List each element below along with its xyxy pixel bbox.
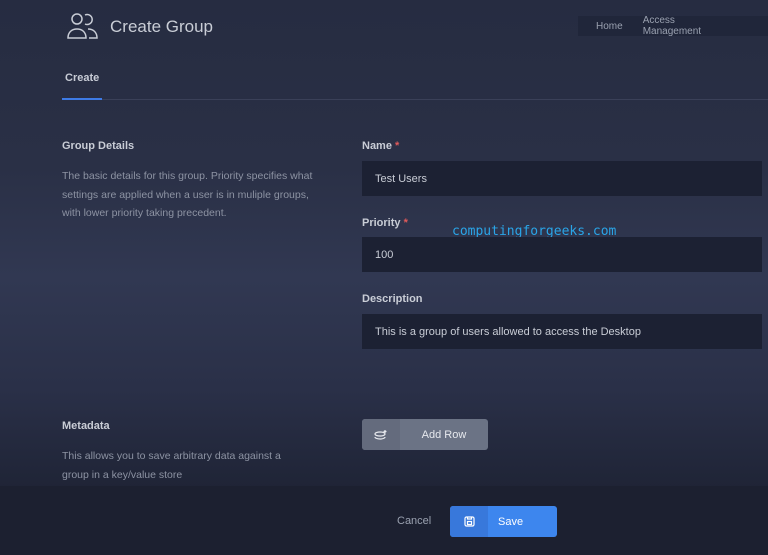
name-label: Name * bbox=[362, 140, 399, 152]
users-icon bbox=[66, 11, 100, 41]
tab-create[interactable]: Create bbox=[65, 72, 99, 84]
name-input[interactable]: Test Users bbox=[362, 161, 762, 196]
layers-plus-icon bbox=[362, 419, 400, 450]
priority-label-text: Priority bbox=[362, 217, 401, 229]
description-label: Description bbox=[362, 293, 423, 305]
save-icon bbox=[450, 506, 488, 537]
description-input[interactable]: This is a group of users allowed to acce… bbox=[362, 314, 762, 349]
save-button[interactable]: Save bbox=[450, 506, 557, 537]
cancel-button[interactable]: Cancel bbox=[397, 515, 431, 527]
add-row-label: Add Row bbox=[400, 429, 488, 441]
priority-input[interactable]: 100 bbox=[362, 237, 762, 272]
tab-divider bbox=[102, 99, 768, 100]
metadata-heading: Metadata bbox=[62, 420, 110, 432]
page-title: Create Group bbox=[110, 17, 213, 37]
required-marker: * bbox=[404, 217, 408, 229]
metadata-description: This allows you to save arbitrary data a… bbox=[62, 447, 302, 484]
priority-label: Priority * bbox=[362, 217, 408, 229]
required-marker: * bbox=[395, 140, 399, 152]
save-label: Save bbox=[488, 516, 557, 528]
breadcrumb: Home Access Management bbox=[578, 16, 768, 36]
breadcrumb-access-management[interactable]: Access Management bbox=[643, 15, 736, 37]
group-details-description: The basic details for this group. Priori… bbox=[62, 167, 322, 223]
add-row-button[interactable]: Add Row bbox=[362, 419, 488, 450]
name-label-text: Name bbox=[362, 140, 392, 152]
footer-bar bbox=[0, 486, 768, 555]
breadcrumb-home[interactable]: Home bbox=[596, 21, 623, 32]
group-details-heading: Group Details bbox=[62, 140, 134, 152]
active-tab-indicator bbox=[62, 98, 102, 100]
